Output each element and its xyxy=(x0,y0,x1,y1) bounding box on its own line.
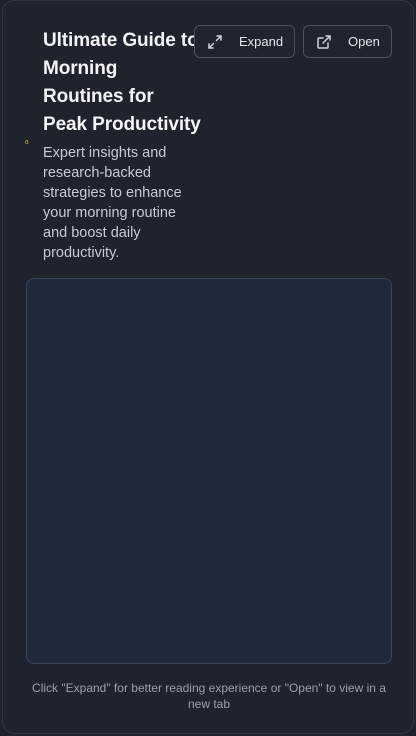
preview-card: ɞ Ultimate Guide to Morning Routines for… xyxy=(2,0,414,734)
open-button-label: Open xyxy=(348,34,380,49)
page-title: Ultimate Guide to Morning Routines for P… xyxy=(43,30,201,135)
footer-hint: Click "Expand" for better reading experi… xyxy=(32,681,386,711)
preview-frame[interactable] xyxy=(26,278,392,664)
favicon-icon: ɞ xyxy=(25,139,29,146)
expand-button-label: Expand xyxy=(239,34,284,49)
expand-arrows-icon xyxy=(207,34,223,50)
expand-button[interactable]: Expand xyxy=(194,25,295,58)
page-description: Expert insights and research-backed stra… xyxy=(43,145,182,261)
open-button[interactable]: Open xyxy=(303,25,392,58)
external-link-icon xyxy=(316,34,332,50)
